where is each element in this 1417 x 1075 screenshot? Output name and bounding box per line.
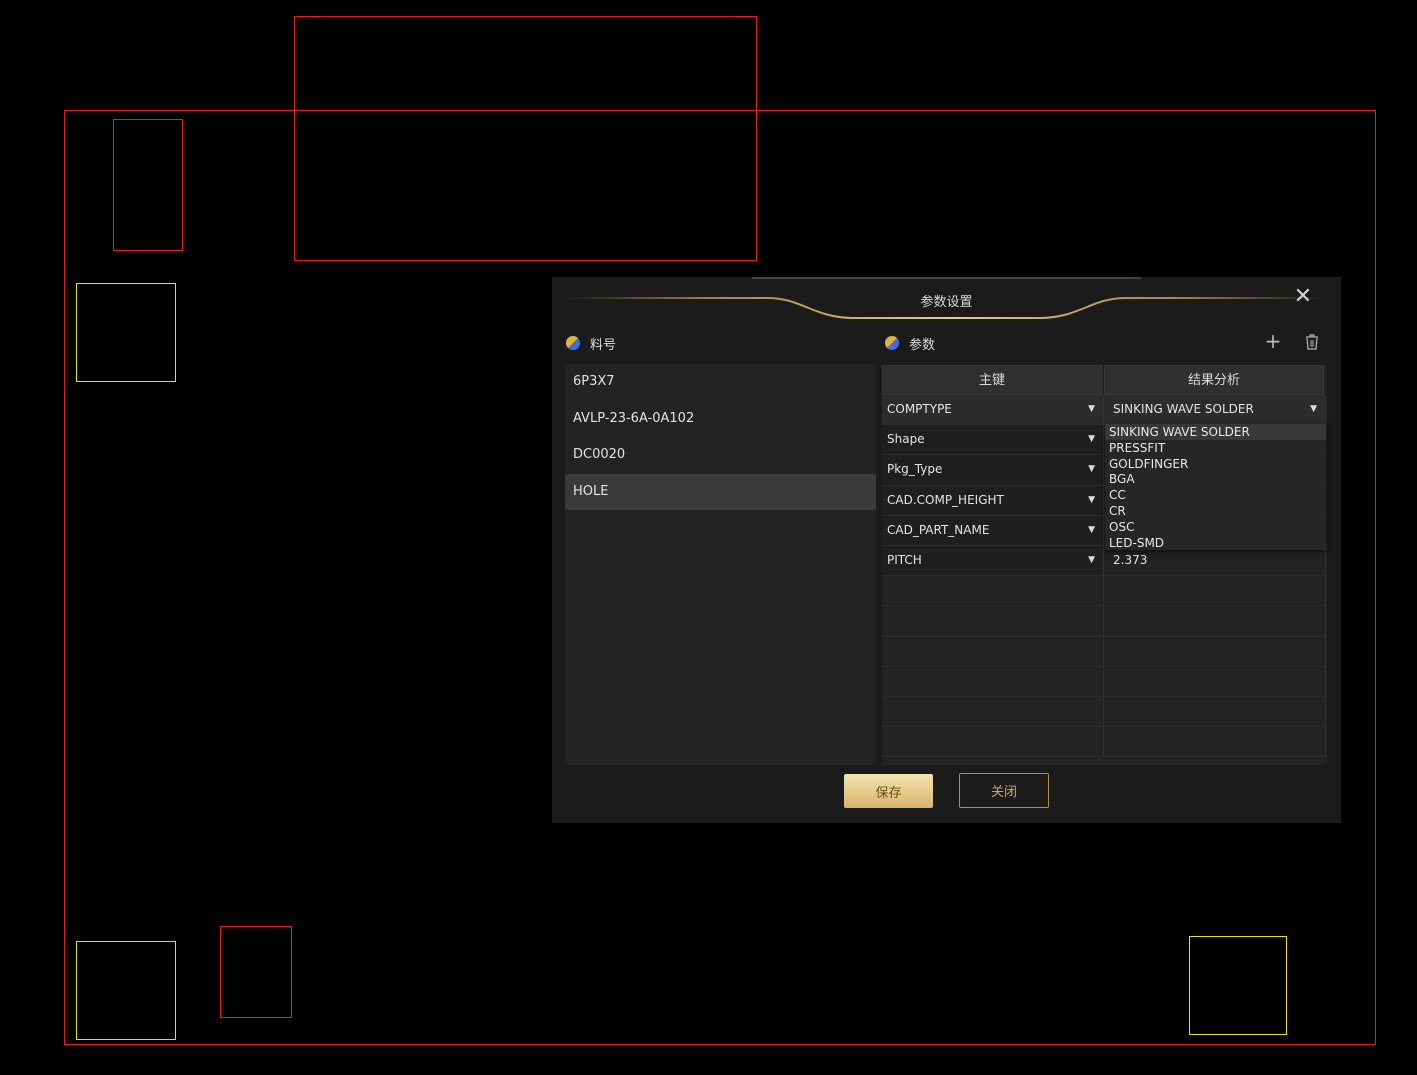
table-row-empty xyxy=(882,666,1327,697)
empty-cell[interactable] xyxy=(882,696,1104,727)
close-button[interactable]: 关闭 xyxy=(959,773,1049,808)
status-dot-icon xyxy=(885,336,899,350)
key-value: CAD.COMP_HEIGHT xyxy=(887,492,1004,507)
result-value: 2.373 xyxy=(1113,552,1148,567)
list-item-selected[interactable]: HOLE xyxy=(565,473,876,511)
table-header: 主键 结果分析 xyxy=(882,365,1327,395)
table-row: COMPTYPE ▼ SINKING WAVE SOLDER ▼ xyxy=(882,395,1327,426)
dialog-title-bar: 参数设置 ✕ xyxy=(552,277,1341,327)
list-item[interactable]: DC0020 xyxy=(565,437,876,474)
empty-cell[interactable] xyxy=(882,666,1104,696)
empty-cell[interactable] xyxy=(882,576,1104,606)
key-select[interactable]: Pkg_Type ▼ xyxy=(882,455,1104,485)
table-row-empty xyxy=(882,606,1327,637)
part-number-header: 料号 xyxy=(566,333,616,353)
key-select[interactable]: COMPTYPE ▼ xyxy=(882,395,1104,425)
empty-cell[interactable] xyxy=(1104,576,1326,606)
table-row-empty xyxy=(882,727,1327,758)
table-row-empty xyxy=(882,696,1327,728)
status-dot-icon xyxy=(566,336,580,350)
chevron-down-icon[interactable]: ▼ xyxy=(1088,455,1095,483)
part-number-label: 料号 xyxy=(590,337,617,353)
chevron-down-icon[interactable]: ▼ xyxy=(1088,486,1095,514)
fiducial-box-bottom-right xyxy=(1189,936,1287,1035)
column-header-key: 主键 xyxy=(882,365,1102,395)
trash-icon[interactable] xyxy=(1304,333,1320,351)
chevron-down-icon[interactable]: ▼ xyxy=(1088,516,1095,544)
key-select[interactable]: Shape ▼ xyxy=(882,425,1104,455)
empty-cell[interactable] xyxy=(882,636,1104,666)
key-value: PITCH xyxy=(887,552,922,567)
dropdown-option[interactable]: CC xyxy=(1105,487,1326,503)
parameter-settings-dialog: 参数设置 ✕ 料号 参数 + 6P3X7 AVLP-23-6A-0A102 DC… xyxy=(552,277,1341,823)
close-icon[interactable]: ✕ xyxy=(1291,285,1315,309)
empty-cell[interactable] xyxy=(882,606,1104,636)
dropdown-option[interactable]: SINKING WAVE SOLDER xyxy=(1105,424,1326,440)
chevron-down-icon[interactable]: ▼ xyxy=(1310,395,1317,423)
key-select[interactable]: CAD.COMP_HEIGHT ▼ xyxy=(882,485,1104,515)
dropdown-option[interactable]: GOLDFINGER xyxy=(1105,456,1326,472)
dropdown-option[interactable]: CR xyxy=(1105,503,1326,519)
empty-cell[interactable] xyxy=(1104,696,1326,727)
table-row-empty xyxy=(882,576,1327,607)
list-item[interactable]: AVLP-23-6A-0A102 xyxy=(565,401,876,438)
empty-cell[interactable] xyxy=(1104,606,1326,636)
empty-cell[interactable] xyxy=(1104,666,1326,696)
fiducial-box-bottom-left xyxy=(76,941,176,1040)
key-value: CAD_PART_NAME xyxy=(887,522,990,537)
empty-cell[interactable] xyxy=(1104,727,1326,757)
dropdown-option[interactable]: PRESSFIT xyxy=(1105,440,1326,456)
column-header-result: 结果分析 xyxy=(1104,365,1324,395)
region-box-small xyxy=(113,119,183,251)
list-item[interactable]: 6P3X7 xyxy=(565,364,876,401)
key-select[interactable]: PITCH ▼ xyxy=(882,545,1104,576)
dropdown-option[interactable]: OSC xyxy=(1105,519,1326,535)
key-value: COMPTYPE xyxy=(887,402,952,416)
chevron-down-icon[interactable]: ▼ xyxy=(1088,425,1095,453)
parameter-label: 参数 xyxy=(909,337,936,353)
region-box-top xyxy=(294,16,757,261)
plus-icon[interactable]: + xyxy=(1264,331,1282,351)
chevron-down-icon[interactable]: ▼ xyxy=(1088,395,1095,423)
key-value: Shape xyxy=(887,432,925,447)
table-row-empty xyxy=(882,636,1327,667)
region-box-bottom xyxy=(220,926,292,1018)
table-row: PITCH ▼ 2.373 xyxy=(882,545,1327,577)
chevron-down-icon[interactable]: ▼ xyxy=(1088,546,1095,574)
empty-cell[interactable] xyxy=(1104,636,1326,666)
dialog-title: 参数设置 xyxy=(920,295,973,310)
key-value: Pkg_Type xyxy=(887,462,943,477)
key-select[interactable]: CAD_PART_NAME ▼ xyxy=(882,515,1104,545)
result-value: SINKING WAVE SOLDER xyxy=(1113,402,1254,416)
fiducial-box-top-left xyxy=(76,283,176,382)
parameter-header: 参数 xyxy=(885,333,935,353)
dropdown-option[interactable]: BGA xyxy=(1105,471,1326,487)
dropdown-option[interactable]: LED-SMD xyxy=(1105,535,1326,551)
result-dropdown-list: SINKING WAVE SOLDER PRESSFIT GOLDFINGER … xyxy=(1105,424,1326,550)
save-button[interactable]: 保存 xyxy=(844,774,933,808)
result-select[interactable]: SINKING WAVE SOLDER ▼ xyxy=(1104,395,1326,425)
empty-cell[interactable] xyxy=(882,727,1104,757)
part-number-list: 6P3X7 AVLP-23-6A-0A102 DC0020 HOLE xyxy=(565,364,876,765)
